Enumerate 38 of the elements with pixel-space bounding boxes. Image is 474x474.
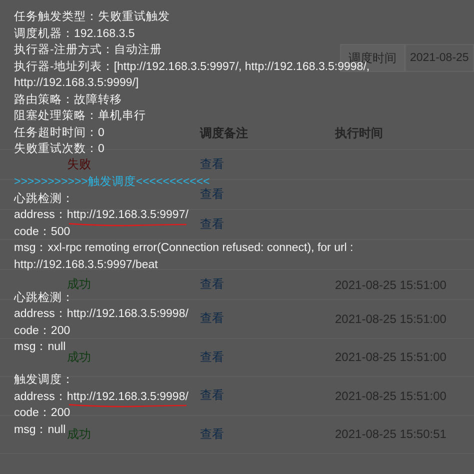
log-line: 任务超时时间：0 [14,126,104,140]
log-label: address： [14,390,67,404]
status-text: 成功 [67,277,91,291]
log-line: 心跳检测： [14,290,74,306]
log-line: 心跳检测： [14,191,74,206]
log-line: 触发调度： [14,372,74,388]
status-text: 成功 [67,426,91,441]
status-text: 失败 [67,157,91,171]
view-link[interactable]: 查看 [200,187,224,201]
address-url: http://192.168.3.5:9997/ [66,209,188,221]
status-text: 成功 [67,350,91,364]
view-link[interactable]: 查看 [200,388,224,402]
log-line: 失败重试次数：0 [14,142,104,157]
log-label: address： [14,208,67,223]
address-url: http://192.168.3.5:9998/ [66,390,188,402]
log-line: 阻塞处理策略：单机串行 [14,108,146,124]
log-divider-text: >>>>>>>>>>>触发调度<<<<<<<<<<< [14,174,210,188]
log-line: code：500 [14,224,70,240]
log-line: code：200 [14,324,70,338]
view-link[interactable]: 查看 [200,426,224,441]
log-line: msg：null [14,340,66,355]
log-label: address： [14,307,67,322]
log-line: 执行器-地址列表：[http://192.168.3.5:9997/, http://192.168.3.5:9998/, [14,60,370,74]
log-line: 执行器-注册方式：自动注册 [14,42,162,58]
log-line: msg：null [14,422,66,438]
log-line: 调度机器：192.168.3.5 [14,26,135,42]
log-line: http://192.168.3.5:9999/] [14,76,139,91]
log-line: 路由策略：故障转移 [14,92,122,108]
log-line: code：200 [14,406,70,421]
view-link[interactable]: 查看 [200,311,224,326]
address-url: http://192.168.3.5:9998/ [66,308,188,320]
log-line: msg：xxl-rpc remoting error(Connection refused: connect), for url : [14,241,354,256]
view-link[interactable]: 查看 [200,350,224,364]
view-link[interactable]: 查看 [200,217,224,231]
view-link[interactable]: 查看 [200,277,224,291]
log-line: 任务触发类型：失败重试触发 [14,10,170,25]
log-line: http://192.168.3.5:9997/beat [14,258,158,272]
view-link[interactable]: 查看 [200,157,224,171]
